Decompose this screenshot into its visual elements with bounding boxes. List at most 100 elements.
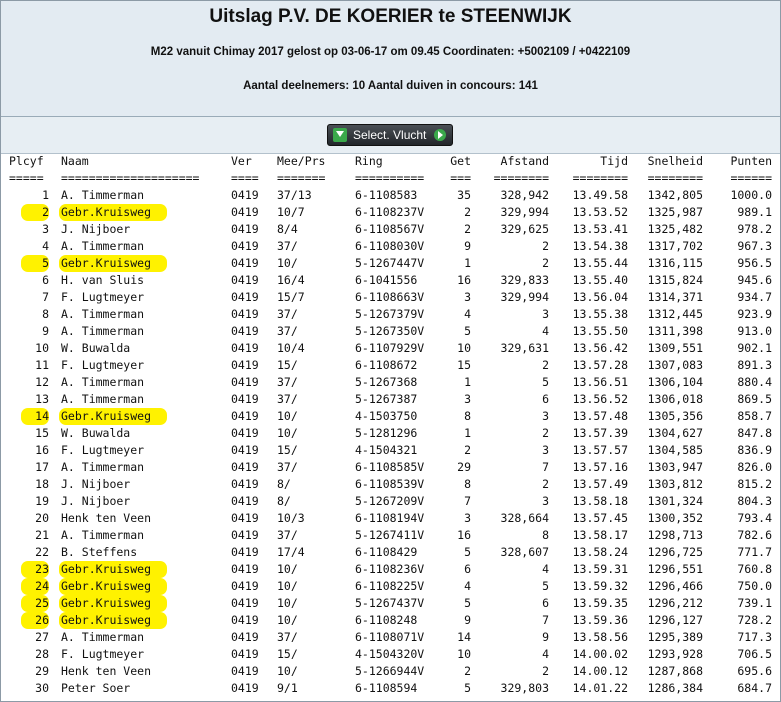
column-separator: ===== <box>9 171 44 185</box>
cell-snelheid: 1300,352 <box>647 511 703 525</box>
cell-ver: 0419 <box>231 307 259 321</box>
cell-afstand: 6 <box>542 596 549 610</box>
cell-tijd: 13.58.24 <box>572 545 628 559</box>
column-separator: ======== <box>647 171 703 185</box>
cell-tijd: 13.53.41 <box>572 222 628 236</box>
column-header-plcyf: Plcyf <box>9 154 44 168</box>
cell-afstand: 7 <box>542 613 549 627</box>
cell-ring: 5-1267368 <box>355 375 418 389</box>
table-row: 20 Henk ten Veen 0419 10/3 6-1108194V 3 328,66… <box>1 510 780 527</box>
cell-plcyf: 8 <box>42 307 49 321</box>
arrow-right-icon <box>434 129 446 141</box>
cell-ver: 0419 <box>231 562 259 576</box>
cell-punten: 695.6 <box>737 664 772 678</box>
cell-naam: A. Timmerman <box>61 324 145 338</box>
cell-punten: 836.9 <box>737 443 772 457</box>
cell-plcyf: 20 <box>35 511 49 525</box>
cell-snelheid: 1306,018 <box>647 392 703 406</box>
cell-mee: 37/ <box>277 307 298 321</box>
cell-tijd: 13.49.58 <box>572 188 628 202</box>
download-icon <box>333 128 347 142</box>
cell-naam: F. Lugtmeyer <box>61 358 145 372</box>
cell-afstand: 6 <box>542 392 549 406</box>
cell-ring: 6-1108539V <box>355 477 425 491</box>
cell-ring: 5-1281296 <box>355 426 418 440</box>
cell-tijd: 13.57.45 <box>572 511 628 525</box>
cell-get: 15 <box>457 358 471 372</box>
cell-get: 3 <box>464 290 471 304</box>
cell-punten: 913.0 <box>737 324 772 338</box>
column-separator: ======== <box>493 171 549 185</box>
cell-get: 8 <box>464 409 471 423</box>
table-row: 18 J. Nijboer 0419 8/6-1108539V 8 2 13.57.49 13… <box>1 476 780 493</box>
cell-naam: J. Nijboer <box>61 494 131 508</box>
cell-ver: 0419 <box>231 205 259 219</box>
cell-ring: 6-1108663V <box>355 290 425 304</box>
table-row: 30 Peter Soer 0419 9/1 6-1108594 5 329,803 14.0… <box>1 680 780 697</box>
select-flight-button[interactable]: Select. Vlucht <box>327 124 453 146</box>
cell-ver: 0419 <box>231 460 259 474</box>
cell-plcyf: 19 <box>35 494 49 508</box>
cell-ver: 0419 <box>231 188 259 202</box>
cell-punten: 858.7 <box>737 409 772 423</box>
cell-mee: 16/4 <box>277 273 305 287</box>
cell-get: 2 <box>464 664 471 678</box>
cell-ver: 0419 <box>231 375 259 389</box>
cell-ring: 6-1107929V <box>355 341 425 355</box>
cell-afstand: 329,803 <box>500 681 549 695</box>
cell-ring: 5-1266944V <box>355 664 425 678</box>
cell-naam: Gebr.Kruisweg <box>59 595 167 612</box>
cell-ver: 0419 <box>231 239 259 253</box>
cell-mee: 15/ <box>277 647 298 661</box>
cell-tijd: 13.57.28 <box>572 358 628 372</box>
column-separator: ==== <box>231 171 259 185</box>
column-header-snelheid: Snelheid <box>647 154 703 168</box>
table-header: Plcyf Naam Ver Mee/Prs Ring Get Afstand Tijd Sne… <box>1 153 780 170</box>
table-row: 22 B. Steffens 0419 17/4 6-1108429 5 328,607 13… <box>1 544 780 561</box>
cell-punten: 826.0 <box>737 460 772 474</box>
cell-afstand: 2 <box>542 426 549 440</box>
cell-snelheid: 1303,812 <box>647 477 703 491</box>
cell-afstand: 329,833 <box>500 273 549 287</box>
cell-ring: 6-1108225V <box>355 579 425 593</box>
cell-punten: 989.1 <box>737 205 772 219</box>
cell-get: 3 <box>464 511 471 525</box>
cell-snelheid: 1307,083 <box>647 358 703 372</box>
cell-get: 16 <box>457 273 471 287</box>
cell-get: 2 <box>464 222 471 236</box>
cell-naam: Gebr.Kruisweg <box>59 408 167 425</box>
cell-mee: 37/ <box>277 239 298 253</box>
cell-plcyf: 7 <box>42 290 49 304</box>
cell-punten: 945.6 <box>737 273 772 287</box>
cell-afstand: 8 <box>542 528 549 542</box>
cell-afstand: 2 <box>542 477 549 491</box>
cell-plcyf: 2 <box>21 204 49 221</box>
cell-plcyf: 30 <box>35 681 49 695</box>
cell-snelheid: 1316,115 <box>647 256 703 270</box>
cell-naam: F. Lugtmeyer <box>61 290 145 304</box>
cell-naam: J. Nijboer <box>61 222 131 236</box>
table-row: 6 H. van Sluis 0419 16/4 6-1041556 16 329,833 1… <box>1 272 780 289</box>
cell-snelheid: 1312,445 <box>647 307 703 321</box>
cell-plcyf: 9 <box>42 324 49 338</box>
cell-snelheid: 1296,725 <box>647 545 703 559</box>
cell-plcyf: 15 <box>35 426 49 440</box>
cell-ver: 0419 <box>231 358 259 372</box>
cell-afstand: 329,994 <box>500 290 549 304</box>
cell-naam: Gebr.Kruisweg <box>59 578 167 595</box>
cell-naam: Peter Soer <box>61 681 131 695</box>
cell-get: 10 <box>457 647 471 661</box>
cell-ver: 0419 <box>231 630 259 644</box>
cell-tijd: 13.58.56 <box>572 630 628 644</box>
cell-afstand: 2 <box>542 239 549 253</box>
cell-mee: 10/7 <box>277 205 305 219</box>
cell-get: 4 <box>464 579 471 593</box>
cell-tijd: 13.55.50 <box>572 324 628 338</box>
cell-mee: 10/ <box>277 613 298 627</box>
cell-get: 1 <box>464 375 471 389</box>
cell-punten: 782.6 <box>737 528 772 542</box>
page-title: Uitslag P.V. DE KOERIER te STEENWIJK <box>209 6 572 27</box>
cell-tijd: 13.58.18 <box>572 494 628 508</box>
cell-tijd: 13.56.04 <box>572 290 628 304</box>
cell-plcyf: 29 <box>35 664 49 678</box>
